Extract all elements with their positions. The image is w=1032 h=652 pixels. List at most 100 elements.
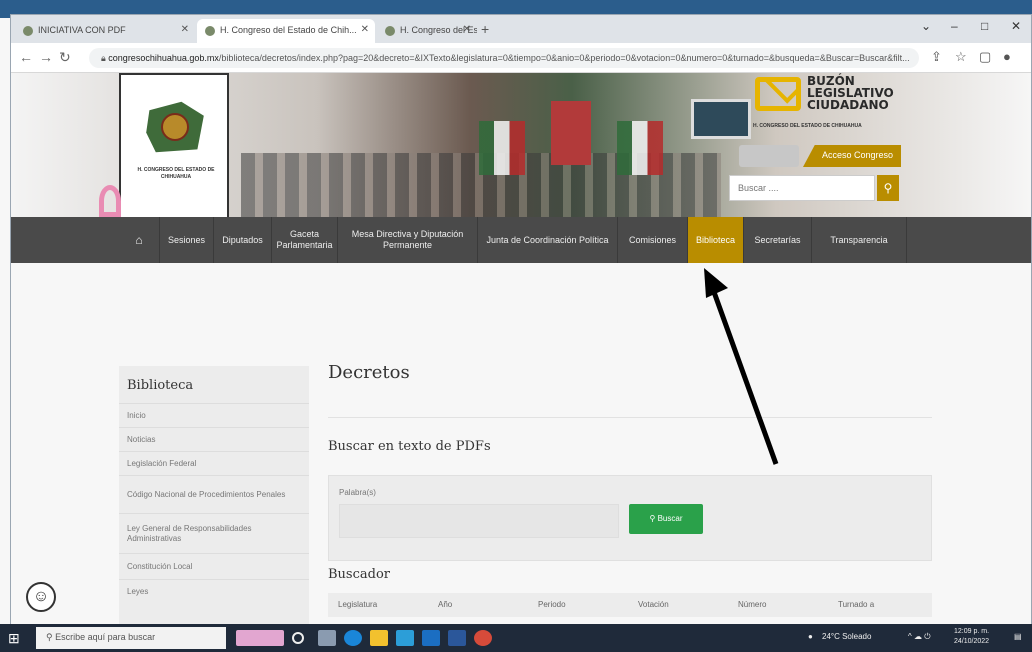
share-icon[interactable]: ⇪	[931, 49, 942, 65]
sidebar-item-leyes[interactable]: Leyes	[119, 580, 309, 604]
maximize-icon[interactable]: □	[981, 19, 988, 33]
flag-right	[617, 121, 663, 175]
edge-icon[interactable]	[344, 630, 362, 646]
browser-window: INICIATIVA CON PDF ✕ H. Congreso del Esta…	[10, 14, 1032, 628]
windows-taskbar: ⊞ ⚲ Escribe aquí para buscar ● 24°C Sole…	[0, 624, 1032, 652]
tab-iniciativa[interactable]: INICIATIVA CON PDF ✕	[15, 19, 195, 43]
main-nav: ⌂ Sesiones Diputados Gaceta Parlamentari…	[11, 217, 1031, 263]
tab-label: INICIATIVA CON PDF	[38, 25, 126, 35]
store-icon[interactable]	[396, 630, 414, 646]
time: 12:09 p. m.	[954, 628, 990, 635]
nav-secretarias[interactable]: Secretarías	[743, 217, 811, 263]
tab-label: H. Congreso del Estado de Chih...	[220, 25, 357, 35]
sidebar-title: Biblioteca	[119, 366, 309, 404]
profile-icon[interactable]: ●	[1003, 49, 1011, 64]
sidebar-item-constitucion[interactable]: Constitución Local	[119, 554, 309, 580]
nav-comisiones[interactable]: Comisiones	[617, 217, 687, 263]
search-icon: ⚲	[649, 514, 658, 523]
forward-icon[interactable]: →	[39, 49, 53, 65]
seal-icon	[161, 113, 189, 141]
sidebar: Biblioteca Inicio Noticias Legislación F…	[119, 366, 309, 628]
search-icon[interactable]: ⚲	[877, 175, 899, 201]
star-icon[interactable]: ☆	[955, 49, 967, 65]
back-icon[interactable]: ←	[19, 49, 33, 65]
weather-text[interactable]: 24°C Soleado	[822, 632, 871, 641]
close-icon[interactable]: ✕	[181, 24, 189, 35]
column-header: Número	[738, 600, 767, 609]
accessibility-icon[interactable]: ☺	[26, 582, 56, 612]
pdf-search-label: Palabra(s)	[339, 488, 376, 497]
word-icon[interactable]	[448, 630, 466, 646]
chevron-down-icon[interactable]: ⌄	[921, 19, 931, 33]
filter-table-header: Legislatura Año Periodo Votación Número …	[328, 593, 932, 617]
pdf-search-title: Buscar en texto de PDFs	[328, 439, 491, 454]
nav-mesa-directiva[interactable]: Mesa Directiva y Diputación Permanente	[337, 217, 477, 263]
sidebar-item-codigo-nacional[interactable]: Código Nacional de Procedimientos Penale…	[119, 476, 309, 514]
nav-junta[interactable]: Junta de Coordinación Política	[477, 217, 617, 263]
sidebar-item-legislacion-federal[interactable]: Legislación Federal	[119, 452, 309, 476]
divider	[328, 417, 932, 418]
notification-icon[interactable]: ▤	[1014, 632, 1022, 641]
favicon-icon	[23, 25, 33, 36]
nav-biblioteca[interactable]: Biblioteca	[687, 217, 743, 263]
tab-congreso-active[interactable]: H. Congreso del Estado de Chih... ✕	[197, 19, 375, 43]
close-icon[interactable]: ✕	[463, 24, 471, 35]
access-congress-button[interactable]: Acceso Congreso	[803, 145, 901, 167]
nav-transparencia[interactable]: Transparencia	[811, 217, 907, 263]
column-header: Turnado a	[838, 600, 875, 609]
sidebar-item-ley-general[interactable]: Ley General de Responsabilidades Adminis…	[119, 514, 309, 554]
taskbar-search[interactable]: ⚲ Escribe aquí para buscar	[36, 627, 226, 649]
site-search-input[interactable]	[729, 175, 875, 201]
favicon-icon	[385, 25, 395, 36]
emblem-curtain	[551, 101, 591, 165]
pdf-search-panel: Palabra(s) ⚲ Buscar	[328, 475, 932, 561]
system-tray-icon[interactable]: ^ ☁ ⏻	[908, 632, 931, 642]
reload-icon[interactable]: ↻	[59, 49, 71, 66]
column-header: Legislatura	[338, 600, 378, 609]
close-icon[interactable]: ✕	[361, 24, 369, 35]
sidebar-item-inicio[interactable]: Inicio	[119, 404, 309, 428]
nav-gaceta[interactable]: Gaceta Parlamentaria	[271, 217, 337, 263]
widgets-icon[interactable]	[318, 630, 336, 646]
pdf-search-button[interactable]: ⚲ Buscar	[629, 504, 703, 534]
buzon-legislativo[interactable]: BUZÓN LEGISLATIVO CIUDADANO H. CONGRESO …	[717, 73, 909, 225]
column-header: Periodo	[538, 600, 566, 609]
site-logo[interactable]: H. CONGRESO DEL ESTADO DE CHIHUAHUA	[119, 73, 229, 225]
page-title: Decretos	[328, 362, 410, 383]
minimize-icon[interactable]: –	[951, 19, 958, 33]
sidebar-icon[interactable]: ▢	[979, 49, 991, 65]
logo-text: H. CONGRESO DEL ESTADO DE CHIHUAHUA	[137, 167, 215, 180]
column-header: Votación	[638, 600, 669, 609]
envelope-icon	[755, 77, 801, 111]
search-icon: ⚲	[46, 632, 56, 642]
taskbar-search-placeholder: Escribe aquí para buscar	[55, 632, 156, 642]
nav-sesiones[interactable]: Sesiones	[159, 217, 213, 263]
tab-congreso[interactable]: H. Congreso del Estado de Chih...✕	[377, 19, 477, 43]
tab-bar: INICIATIVA CON PDF ✕ H. Congreso del Esta…	[11, 15, 1031, 43]
weather-icon: ●	[808, 632, 813, 641]
date: 24/10/2022	[954, 638, 990, 645]
url-field[interactable]: 🔒︎ congresochihuahua.gob.mx/biblioteca/d…	[89, 48, 919, 68]
nav-diputados[interactable]: Diputados	[213, 217, 271, 263]
address-bar: ← → ↻ 🔒︎ congresochihuahua.gob.mx/biblio…	[11, 43, 1031, 73]
favicon-icon	[205, 25, 215, 36]
site-banner: H. CONGRESO DEL ESTADO DE CHIHUAHUA BUZÓ…	[11, 73, 1031, 231]
new-tab-button[interactable]: +	[481, 21, 489, 37]
home-icon[interactable]: ⌂	[119, 217, 159, 263]
cortana-widget-icon[interactable]	[236, 630, 284, 646]
flag-left	[479, 121, 525, 175]
url-path: /biblioteca/decretos/index.php?pag=20&de…	[218, 53, 910, 63]
task-view-icon[interactable]	[292, 632, 304, 644]
clock[interactable]: 12:09 p. m. 24/10/2022	[954, 627, 989, 647]
chrome-icon[interactable]	[474, 630, 492, 646]
mail-icon[interactable]	[422, 630, 440, 646]
pdf-search-input[interactable]	[339, 504, 619, 538]
sidebar-item-noticias[interactable]: Noticias	[119, 428, 309, 452]
column-header: Año	[438, 600, 453, 609]
close-window-icon[interactable]: ✕	[1011, 19, 1021, 33]
windows-start-icon[interactable]: ⊞	[8, 630, 24, 646]
file-explorer-icon[interactable]	[370, 630, 388, 646]
url-host: congresochihuahua.gob.mx	[108, 53, 219, 63]
buzon-title: BUZÓN LEGISLATIVO CIUDADANO	[807, 74, 894, 112]
buscador-title: Buscador	[328, 567, 390, 582]
